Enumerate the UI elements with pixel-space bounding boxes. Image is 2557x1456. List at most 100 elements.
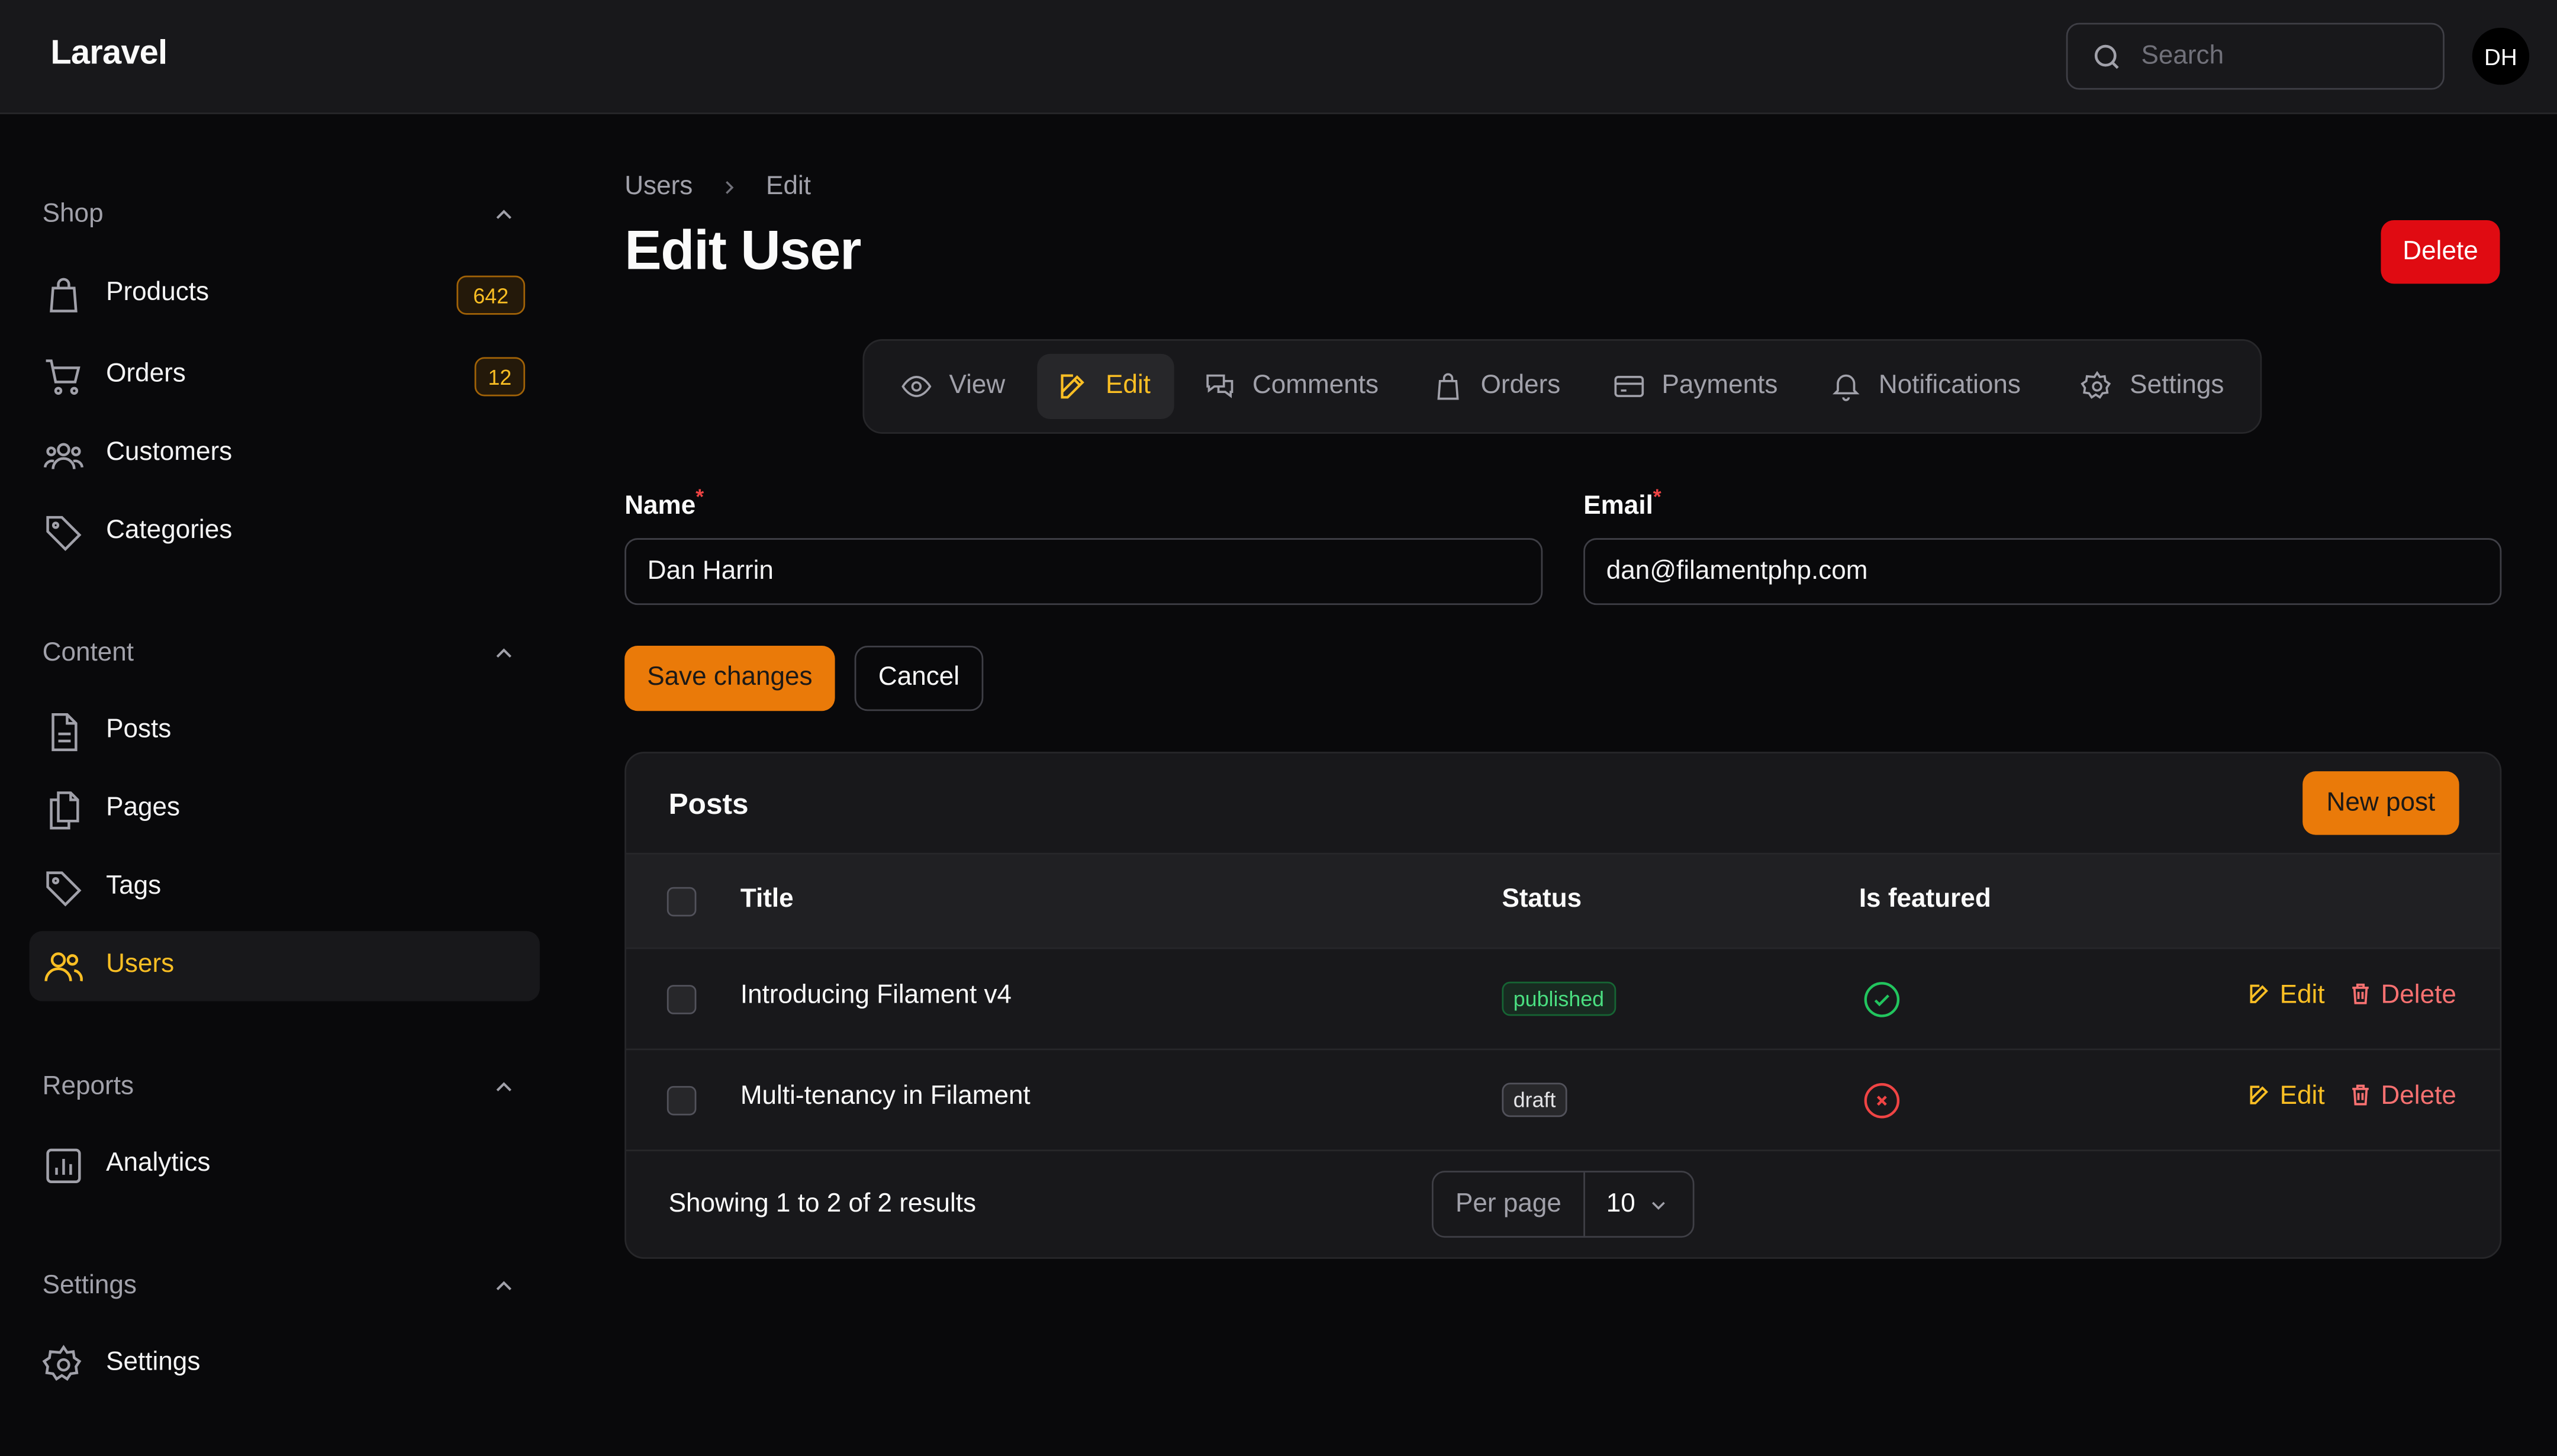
sidebar-group-shop[interactable]: Shop [43,201,526,237]
sidebar-item-label: Pages [106,794,181,822]
check-circle-icon [1864,982,1900,1017]
sidebar-item-label: Posts [106,716,172,744]
trash-icon [2352,1084,2369,1106]
user-group-icon [43,443,84,469]
new-post-button[interactable]: New post [2302,771,2459,835]
column-header-title[interactable]: Title [740,885,794,915]
record-tabs: View Edit Comments Orders Payments Notif… [862,339,2262,434]
sidebar-item-tags[interactable]: Tags [30,853,540,923]
tab-label: Orders [1480,372,1561,400]
breadcrumb-link-users[interactable]: Users [624,173,693,201]
table-header: Title Status Is featured [626,852,2500,949]
sidebar-item-categories[interactable]: Categories [30,497,540,567]
tab-settings[interactable]: Settings [2061,354,2244,419]
email-label: Email* [1583,484,1661,522]
topbar: Laravel Search DH [0,0,2557,114]
sidebar-group-reports[interactable]: Reports [43,1073,526,1109]
tab-label: Notifications [1878,372,2021,400]
tag-icon [46,871,82,907]
sidebar-item-customers[interactable]: Customers [30,419,540,489]
tab-edit[interactable]: Edit [1037,353,1174,420]
search-icon [2094,44,2119,69]
delete-action[interactable]: Delete [2348,1083,2456,1112]
chat-bubbles-icon [1206,374,1234,398]
tab-orders[interactable]: Orders [1412,354,1582,419]
breadcrumb: Users Edit [624,173,811,202]
edit-action-label: Edit [2279,981,2325,1010]
edit-action[interactable]: Edit [2247,982,2325,1012]
chevron-up-icon [496,1082,511,1091]
users-icon [44,952,83,982]
tab-notifications[interactable]: Notifications [1810,354,2048,419]
shopping-cart-icon [46,359,80,395]
delete-action-label: Delete [2381,1083,2456,1111]
email-field-value: dan@filamentphp.com [1606,558,1868,586]
email-label-text: Email [1583,492,1653,520]
eye-icon [901,376,932,397]
page-title: Edit User [624,220,861,282]
global-search[interactable]: Search [2066,22,2445,90]
tab-comments[interactable]: Comments [1184,354,1393,419]
avatar[interactable]: DH [2472,27,2530,85]
sidebar-item-label: Orders [106,360,186,388]
tab-view[interactable]: View [881,354,1041,419]
cancel-button[interactable]: Cancel [854,646,984,711]
per-page-select[interactable]: Per page 10 [1431,1171,1695,1238]
status-badge: published [1502,981,1616,1016]
document-icon [51,713,78,752]
chart-bar-icon [46,1148,81,1183]
row-checkbox[interactable] [666,985,697,1014]
brand-logo[interactable]: Laravel [50,34,168,73]
tag-icon [46,516,82,551]
chevron-up-icon [496,210,511,219]
count-badge: 12 [474,357,526,397]
row-checkbox[interactable] [666,1085,697,1116]
pencil-square-icon [2250,984,2268,1003]
name-field-value: Dan Harrin [647,558,774,586]
status-badge: draft [1502,1083,1567,1117]
sidebar-item-posts[interactable]: Posts [30,696,540,766]
posts-panel-title: Posts [668,787,749,820]
name-field[interactable]: Dan Harrin [624,538,1543,605]
sidebar-item-settings[interactable]: Settings [30,1329,540,1399]
pencil-square-icon [2250,1085,2268,1104]
required-mark: * [695,484,704,509]
sidebar-group-label: Content [42,639,134,667]
column-header-status[interactable]: Status [1502,885,1582,915]
email-field[interactable]: dan@filamentphp.com [1583,538,2502,605]
sidebar-item-label: Settings [106,1348,201,1377]
pagination-summary: Showing 1 to 2 of 2 results [668,1190,977,1219]
tab-label: View [949,372,1006,400]
edit-action-label: Edit [2279,1083,2325,1111]
name-label: Name* [624,484,704,522]
chevron-right-icon [726,181,735,194]
post-title: Introducing Filament v4 [740,981,1012,1010]
breadcrumb-current: Edit [766,173,811,201]
column-header-is-featured[interactable]: Is featured [1859,885,1991,915]
bell-icon [1832,374,1860,401]
posts-panel: Posts New post Title Status Is featured … [624,752,2502,1259]
per-page-label: Per page [1434,1172,1585,1236]
required-mark: * [1653,484,1661,509]
save-changes-button[interactable]: Save changes [624,646,835,711]
sidebar-item-products[interactable]: Products 642 [30,259,540,329]
count-badge: 642 [456,275,526,315]
delete-action[interactable]: Delete [2348,982,2456,1012]
select-all-checkbox[interactable] [666,887,697,917]
delete-action-label: Delete [2381,981,2456,1010]
delete-button[interactable]: Delete [2381,220,2500,284]
sidebar-item-users[interactable]: Users [29,931,540,1001]
sidebar-item-orders[interactable]: Orders 12 [30,341,540,411]
tab-label: Settings [2130,372,2224,400]
sidebar-group-label: Shop [42,200,104,228]
name-label-text: Name [624,492,696,520]
tab-payments[interactable]: Payments [1593,354,1799,419]
edit-action[interactable]: Edit [2247,1083,2325,1112]
sidebar-group-content[interactable]: Content [43,639,526,675]
shopping-bag-icon [1437,373,1459,400]
sidebar-item-label: Categories [106,517,233,545]
trash-icon [2352,983,2369,1004]
sidebar-group-settings[interactable]: Settings [43,1272,526,1308]
sidebar-item-analytics[interactable]: Analytics [30,1130,540,1200]
sidebar-item-pages[interactable]: Pages [30,775,540,845]
